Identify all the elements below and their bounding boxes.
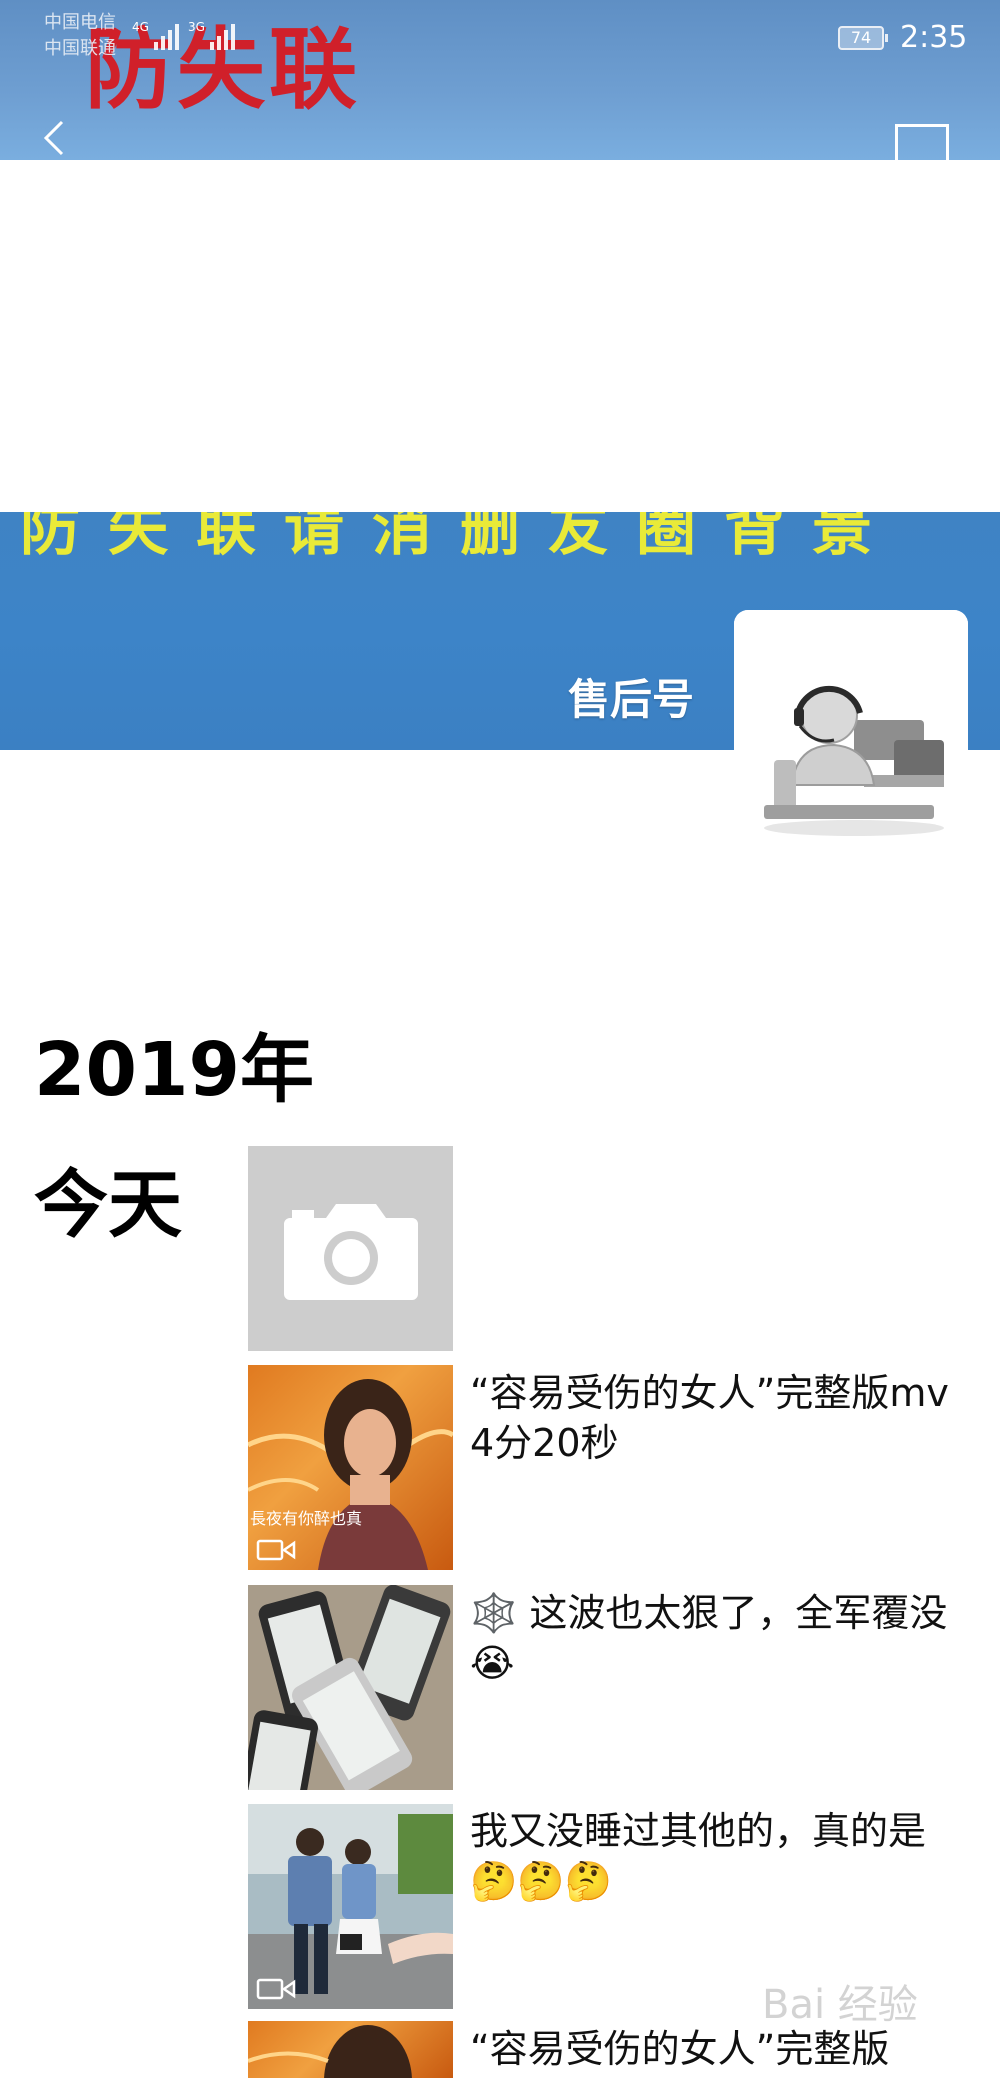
watermark: Bai 经验: [762, 1982, 918, 2028]
back-button[interactable]: [36, 118, 76, 158]
post-text[interactable]: 我又没睡过其他的，真的是🤔🤔🤔: [470, 1806, 970, 1906]
thumb-caption: 長夜有你醉也真: [250, 1509, 363, 1528]
signal-icon: 3G: [188, 20, 235, 50]
cover-image-blank[interactable]: [0, 160, 1000, 512]
camera-button[interactable]: [895, 124, 949, 160]
video-thumbnail-image: [248, 2025, 412, 2078]
carrier-1: 中国电信: [44, 12, 116, 33]
post-camera-thumb[interactable]: [248, 1146, 453, 1351]
video-icon: [256, 1978, 296, 2000]
post-text[interactable]: 🕸️ 这波也太狠了，全军覆没😭: [470, 1588, 970, 1688]
post-thumbnail[interactable]: 長夜有你醉也真: [248, 1365, 453, 1570]
signal-icon: 4G: [132, 20, 179, 50]
status-carrier: 中国电信 中国联通: [44, 10, 116, 62]
video-icon: [256, 1539, 296, 1561]
customer-service-avatar-icon: [734, 610, 968, 844]
cover-strip-text: 防失联请消删友圈背景: [20, 512, 900, 564]
phones-photo-image: [248, 1585, 453, 1790]
cover-image-top[interactable]: 防失联 中国电信 中国联通 4G 3G 74 2:35: [0, 0, 1000, 160]
chevron-left-icon: [43, 120, 64, 156]
post-thumbnail[interactable]: [248, 1804, 453, 2009]
timeline-day: 今天: [34, 1162, 182, 1248]
carrier-2: 中国联通: [44, 38, 116, 59]
battery-icon: 74: [838, 26, 888, 50]
timeline-year: 2019年: [34, 1027, 314, 1113]
camera-icon: [284, 1204, 418, 1300]
account-name[interactable]: 售后号: [568, 666, 694, 727]
post-text[interactable]: “容易受伤的女人”完整版mv 4分20秒: [470, 1368, 970, 1468]
post-text[interactable]: “容易受伤的女人”完整版: [470, 2024, 970, 2078]
status-time: 2:35: [900, 20, 968, 55]
post-thumbnail[interactable]: [248, 2021, 453, 2078]
post-thumbnail[interactable]: [248, 1585, 453, 1790]
avatar[interactable]: [734, 610, 968, 844]
